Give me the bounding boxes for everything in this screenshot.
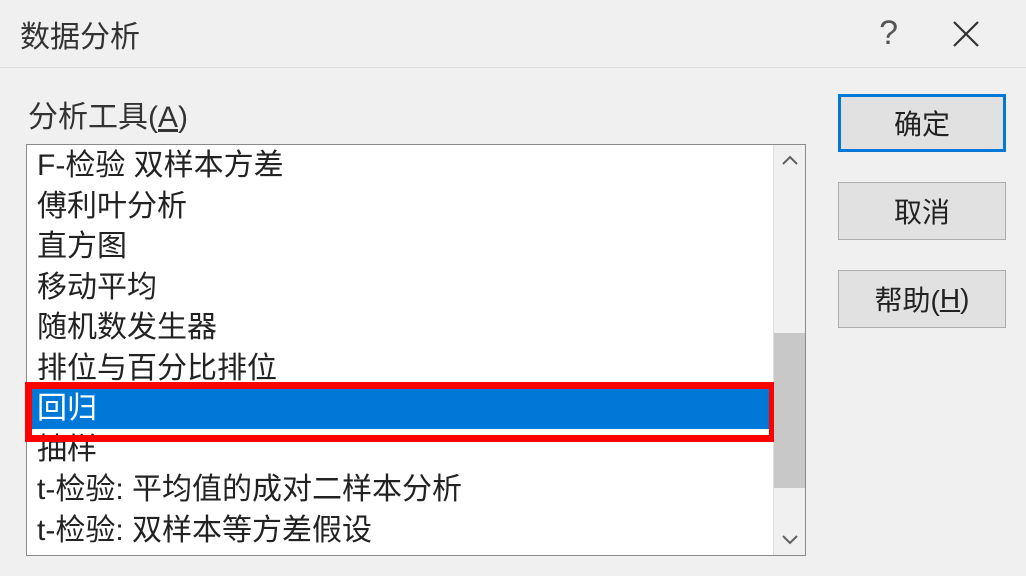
left-column: 分析工具(A) F-检验 双样本方差傅利叶分析直方图移动平均随机数发生器排位与百… [26, 92, 806, 556]
listbox-container: F-检验 双样本方差傅利叶分析直方图移动平均随机数发生器排位与百分比排位回归抽样… [26, 144, 806, 556]
list-item[interactable]: 回归 [27, 388, 773, 429]
list-item[interactable]: t-检验: 平均值的成对二样本分析 [27, 469, 773, 510]
list-item[interactable]: 傅利叶分析 [27, 186, 773, 227]
titlebar: 数据分析 ? [0, 0, 1026, 68]
scrollbar[interactable] [773, 145, 805, 555]
button-column: 确定 取消 帮助(H) [806, 92, 1006, 556]
list-item[interactable]: F-检验 双样本方差 [27, 145, 773, 186]
help-suffix: ) [960, 283, 969, 315]
data-analysis-dialog: 数据分析 ? 分析工具(A) F-检验 双样本方差傅利叶分析直方图移动平均随机数… [0, 0, 1026, 576]
list-item[interactable]: 移动平均 [27, 267, 773, 308]
dialog-title: 数据分析 [20, 12, 879, 56]
label-suffix: ) [178, 101, 188, 134]
label-access-key: A [158, 101, 178, 134]
scroll-down-button[interactable] [774, 523, 805, 555]
titlebar-buttons: ? [879, 14, 1014, 54]
help-button[interactable]: 帮助(H) [838, 270, 1006, 328]
list-item[interactable]: 排位与百分比排位 [27, 348, 773, 389]
scroll-track[interactable] [774, 177, 805, 523]
cancel-button[interactable]: 取消 [838, 182, 1006, 240]
help-prefix: 帮助( [875, 279, 940, 319]
scroll-up-button[interactable] [774, 145, 805, 177]
list-item[interactable]: 随机数发生器 [27, 307, 773, 348]
listbox-label: 分析工具(A) [26, 92, 806, 136]
help-access-key: H [940, 283, 960, 315]
list-item[interactable]: 抽样 [27, 429, 773, 470]
ok-button[interactable]: 确定 [838, 94, 1006, 152]
dialog-body: 分析工具(A) F-检验 双样本方差傅利叶分析直方图移动平均随机数发生器排位与百… [0, 68, 1026, 576]
scroll-thumb[interactable] [774, 333, 805, 489]
close-icon[interactable] [946, 14, 986, 54]
list-item[interactable]: t-检验: 双样本等方差假设 [27, 510, 773, 551]
help-icon[interactable]: ? [879, 14, 898, 53]
label-prefix: 分析工具( [28, 101, 158, 134]
list-item[interactable]: 直方图 [27, 226, 773, 267]
analysis-tools-listbox[interactable]: F-检验 双样本方差傅利叶分析直方图移动平均随机数发生器排位与百分比排位回归抽样… [27, 145, 773, 555]
